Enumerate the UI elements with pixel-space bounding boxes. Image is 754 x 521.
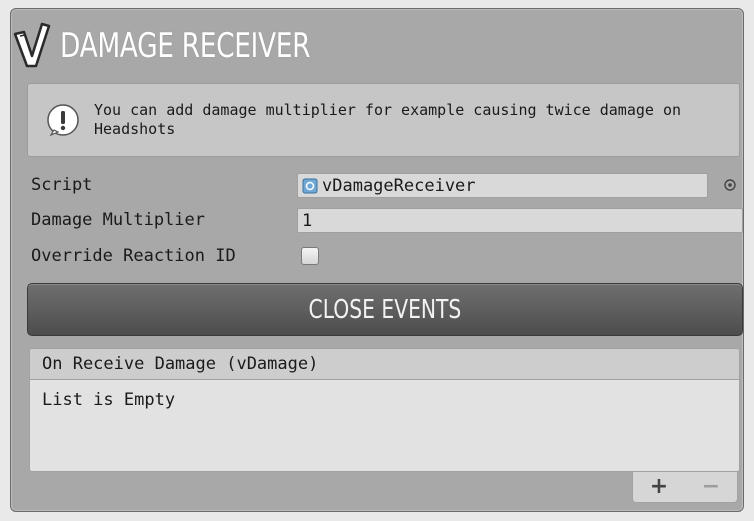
damage-multiplier-label: Damage Multiplier	[31, 210, 205, 230]
close-events-label: CLOSE EVENTS	[308, 294, 462, 325]
event-list-footer: + −	[632, 472, 738, 503]
remove-event-button[interactable]: −	[696, 476, 726, 498]
add-event-button[interactable]: +	[644, 476, 674, 498]
help-text: You can add damage multiplier for exampl…	[94, 101, 681, 138]
close-events-button[interactable]: CLOSE EVENTS	[27, 283, 743, 336]
override-reaction-checkbox[interactable]	[301, 247, 319, 265]
override-reaction-label: Override Reaction ID	[31, 246, 236, 266]
component-header: DAMAGE RECEIVER	[12, 20, 692, 72]
help-box: You can add damage multiplier for exampl…	[27, 83, 740, 157]
script-value: vDamageReceiver	[322, 175, 476, 196]
script-field[interactable]: vDamageReceiver	[297, 173, 708, 198]
object-picker-icon[interactable]	[723, 178, 737, 192]
script-row: Script vDamageReceiver	[31, 171, 743, 199]
event-list: On Receive Damage (vDamage) List is Empt…	[29, 348, 740, 472]
component-title: DAMAGE RECEIVER	[60, 26, 311, 66]
script-file-icon	[302, 178, 318, 193]
event-list-empty-text: List is Empty	[42, 390, 176, 410]
event-list-header: On Receive Damage (vDamage)	[30, 349, 739, 380]
override-reaction-row: Override Reaction ID	[31, 242, 743, 270]
damage-multiplier-row: Damage Multiplier 1	[31, 206, 743, 234]
v-check-logo-icon	[13, 22, 51, 68]
damage-multiplier-input[interactable]: 1	[297, 208, 743, 233]
damage-multiplier-value: 1	[302, 210, 313, 231]
exclamation-icon	[47, 104, 79, 137]
script-label: Script	[31, 175, 93, 195]
